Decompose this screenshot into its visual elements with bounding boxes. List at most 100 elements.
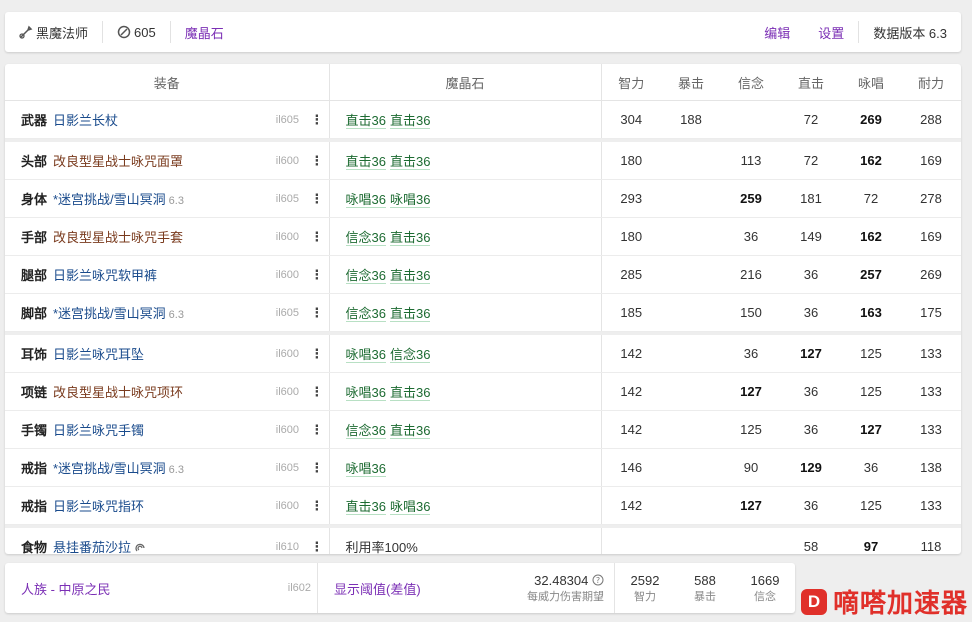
gear-item-level: il605 (261, 100, 305, 139)
item-level-display: 605 (103, 12, 170, 52)
stat-crit (661, 528, 722, 554)
stat-sps: 97 (841, 528, 902, 554)
edit-link[interactable]: 编辑 (750, 12, 804, 52)
more-menu-icon[interactable]: ⋮ (305, 142, 330, 180)
stat-pie: 138 (901, 448, 961, 487)
more-menu-icon[interactable]: ⋮ (305, 217, 330, 256)
materia-chip[interactable]: 信念36 (389, 347, 431, 363)
materia-chip[interactable]: 直击36 (345, 154, 386, 170)
materia-chip[interactable]: 直击36 (389, 423, 431, 439)
gear-name[interactable]: 日影兰咏咒软甲裤 (53, 255, 261, 294)
materia-chip[interactable]: 直击36 (345, 499, 386, 515)
stat-dh: 127 (781, 335, 842, 373)
more-menu-icon[interactable]: ⋮ (305, 293, 330, 332)
gear-name[interactable]: *迷宫挑战/雪山冥洞 6.3 (53, 179, 261, 218)
gear-name-text: 日影兰咏咒耳坠 (53, 347, 145, 362)
gear-name[interactable]: 改良型星战士咏咒项环 (53, 372, 261, 411)
materia-chip[interactable]: 直击36 (389, 113, 431, 129)
stat-det: 216 (721, 255, 782, 294)
materia-chip[interactable]: 咏唱36 (345, 385, 386, 401)
materia-cell[interactable]: 利用率100% (329, 528, 602, 554)
race-selector[interactable]: 人族 - 中原之民 (5, 579, 271, 598)
help-icon[interactable]: ? (592, 574, 604, 586)
slot-label: 耳饰 (5, 335, 53, 373)
materia-cell[interactable]: 信念36 直击36 (329, 293, 602, 332)
header-gear: 装备 (5, 64, 330, 101)
materia-chip[interactable]: 直击36 (389, 306, 431, 322)
gear-name-text: 日影兰长杖 (53, 113, 119, 128)
gear-row: 脚部 *迷宫挑战/雪山冥洞 6.3 il605 ⋮ 信念36 直击36 185 150 36 163… (5, 293, 961, 332)
materia-cell[interactable]: 咏唱36 咏唱36 (329, 179, 602, 218)
gear-name[interactable]: 悬挂番茄沙拉 (53, 528, 261, 554)
slot-label: 戒指 (5, 486, 53, 525)
more-menu-icon[interactable]: ⋮ (305, 486, 330, 525)
stat-dh: 36 (781, 486, 842, 525)
materia-chip[interactable]: 信念36 (345, 268, 386, 284)
materia-chip[interactable]: 直击36 (345, 113, 386, 129)
gear-name[interactable]: *迷宫挑战/雪山冥洞 6.3 (53, 293, 261, 332)
more-menu-icon[interactable]: ⋮ (305, 255, 330, 294)
gear-name[interactable]: 改良型星战士咏咒手套 (53, 217, 261, 256)
stat-int: 285 (601, 255, 662, 294)
materia-cell[interactable]: 直击36 直击36 (329, 100, 602, 139)
gear-item-level: il600 (261, 335, 305, 373)
gear-name[interactable]: 日影兰咏咒耳坠 (53, 335, 261, 373)
materia-chip[interactable]: 咏唱36 (389, 192, 431, 208)
gear-name-text: 悬挂番茄沙拉 (53, 540, 132, 554)
slot-label: 头部 (5, 142, 53, 180)
total-det-label: 信念 (754, 590, 776, 603)
damage-value: 32.48304 (534, 572, 589, 588)
more-menu-icon[interactable]: ⋮ (305, 528, 330, 554)
slot-label: 手部 (5, 217, 53, 256)
stat-pie: 133 (901, 486, 961, 525)
gear-item-level: il600 (261, 486, 305, 525)
stat-sps: 127 (841, 410, 902, 449)
more-menu-icon[interactable]: ⋮ (305, 100, 330, 139)
materia-chip[interactable]: 直击36 (389, 154, 431, 170)
materia-chip[interactable]: 咏唱36 (345, 461, 386, 477)
total-crit-value: 588 (694, 572, 716, 588)
materia-chip[interactable]: 直击36 (389, 230, 431, 246)
materia-chip[interactable]: 信念36 (345, 230, 386, 246)
stat-det: 113 (721, 142, 782, 180)
job-selector[interactable]: 黑魔法师 (5, 12, 102, 52)
gear-name[interactable]: 日影兰咏咒手镯 (53, 410, 261, 449)
gear-table-body: 武器 日影兰长杖 il605 ⋮ 直击36 直击36 304 188 72 269 288 头部 改良型… (5, 100, 961, 554)
more-menu-icon[interactable]: ⋮ (305, 179, 330, 218)
materia-cell[interactable]: 直击36 咏唱36 (329, 486, 602, 525)
stat-int: 180 (601, 142, 662, 180)
materia-chip[interactable]: 直击36 (389, 385, 431, 401)
materia-chip[interactable]: 咏唱36 (389, 499, 431, 515)
materia-chip[interactable]: 信念36 (345, 423, 386, 439)
gear-row: 手部 改良型星战士咏咒手套 il600 ⋮ 信念36 直击36 180 36 149 162 169 (5, 217, 961, 256)
more-menu-icon[interactable]: ⋮ (305, 372, 330, 411)
header-dh: 直击 (781, 64, 842, 101)
threshold-toggle[interactable]: 显示阈值(差值) (317, 563, 484, 613)
average-item-level: il602 (287, 582, 311, 594)
settings-link[interactable]: 设置 (804, 12, 858, 52)
stat-det: 127 (721, 486, 782, 525)
materia-chip[interactable]: 信念36 (345, 306, 386, 322)
gear-version: 6.3 (168, 309, 184, 321)
gear-name[interactable]: 改良型星战士咏咒面罩 (53, 142, 261, 180)
materia-cell[interactable]: 信念36 直击36 (329, 255, 602, 294)
more-menu-icon[interactable]: ⋮ (305, 448, 330, 487)
materia-cell[interactable]: 咏唱36 信念36 (329, 335, 602, 373)
more-menu-icon[interactable]: ⋮ (305, 410, 330, 449)
materia-link[interactable]: 魔晶石 (171, 12, 238, 52)
gear-name-text: 日影兰咏咒手镯 (53, 423, 145, 438)
gear-name[interactable]: 日影兰长杖 (53, 100, 261, 139)
more-menu-icon[interactable]: ⋮ (305, 335, 330, 373)
materia-chip[interactable]: 直击36 (389, 268, 431, 284)
gear-item-level: il605 (261, 293, 305, 332)
materia-cell[interactable]: 咏唱36 (329, 448, 602, 487)
gear-name[interactable]: *迷宫挑战/雪山冥洞 6.3 (53, 448, 261, 487)
materia-cell[interactable]: 信念36 直击36 (329, 410, 602, 449)
materia-cell[interactable]: 直击36 直击36 (329, 142, 602, 180)
materia-chip[interactable]: 咏唱36 (345, 192, 386, 208)
materia-chip[interactable]: 咏唱36 (345, 347, 386, 363)
gear-name[interactable]: 日影兰咏咒指环 (53, 486, 261, 525)
materia-cell[interactable]: 信念36 直击36 (329, 217, 602, 256)
materia-cell[interactable]: 咏唱36 直击36 (329, 372, 602, 411)
stat-int: 142 (601, 335, 662, 373)
